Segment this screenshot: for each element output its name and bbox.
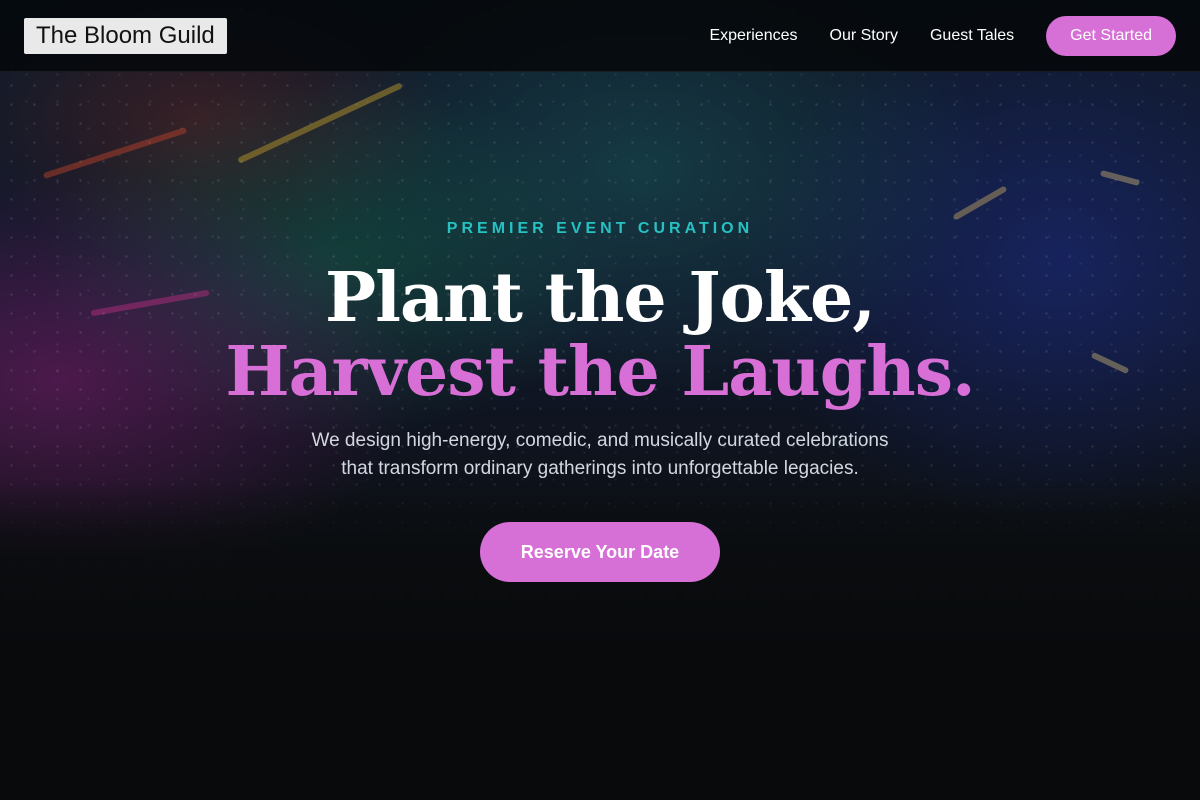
hero-headline-line1: Plant the Joke, — [325, 258, 876, 338]
hero-subtext-line2: that transform ordinary gatherings into … — [341, 458, 859, 479]
nav-link-guest-tales[interactable]: Guest Tales — [930, 27, 1014, 45]
nav-link-our-story[interactable]: Our Story — [830, 27, 898, 45]
site-header: The Bloom Guild Experiences Our Story Gu… — [0, 0, 1200, 72]
nav-link-experiences[interactable]: Experiences — [709, 27, 797, 45]
reserve-date-button[interactable]: Reserve Your Date — [480, 522, 720, 582]
hero-subtext-line1: We design high-energy, comedic, and musi… — [311, 430, 889, 451]
hero-headline-line2: Harvest the Laughs. — [225, 332, 975, 412]
hero-eyebrow: PREMIER EVENT CURATION — [446, 220, 754, 237]
main-nav: Experiences Our Story Guest Tales Get St… — [677, 15, 1176, 56]
get-started-button[interactable]: Get Started — [1046, 15, 1176, 56]
brand-logo[interactable]: The Bloom Guild — [24, 17, 227, 54]
hero-subtext: We design high-energy, comedic, and musi… — [250, 427, 950, 483]
